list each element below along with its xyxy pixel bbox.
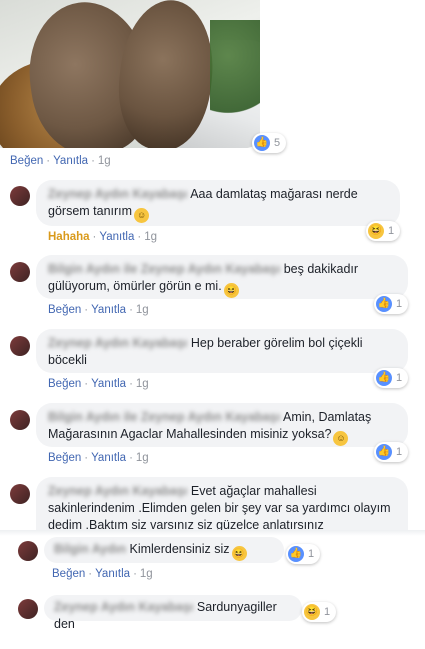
comment-reaction-count[interactable]: 👍 1 [286,544,321,564]
haha-reaction-link[interactable]: Hahaha [48,231,90,243]
avatar[interactable] [10,336,30,356]
screenshot-seam [0,530,425,536]
comment-author[interactable]: Zeynep Aydın Kayabaşı [48,484,187,498]
laughing-face-icon: 😆 [304,604,320,620]
comment-actions: Hahaha · Yanıtla · 1g [48,231,157,243]
timestamp[interactable]: 1g [136,304,149,316]
smiling-face-icon: ☺ [333,431,349,446]
reply-link[interactable]: Yanıtla [53,155,88,167]
thumbs-up-icon: 👍 [254,135,270,151]
thumbs-up-icon: 👍 [376,296,392,312]
timestamp[interactable]: 1g [136,378,149,390]
like-link[interactable]: Beğen [48,452,81,464]
comment-author[interactable]: Bilgin Aydın [54,542,126,556]
timestamp[interactable]: 1g [98,155,111,167]
avatar[interactable] [10,410,30,430]
comment-author[interactable]: Zeynep Aydın Kayabaşı [48,187,187,201]
comment-actions: Beğen · Yanıtla · 1g [48,452,149,464]
thumbs-up-icon: 👍 [376,444,392,460]
like-link[interactable]: Beğen [10,155,43,167]
comment-actions: Beğen · Yanıtla · 1g [48,304,149,316]
reply-link[interactable]: Yanıtla [91,452,126,464]
comment-bubble: Zeynep Aydın Kayabaşı Aaa damlataş mağar… [36,180,400,226]
thumbs-up-icon: 👍 [376,370,392,386]
like-link[interactable]: Beğen [52,568,85,580]
laughing-face-icon: 😆 [223,283,239,298]
leaves-image [210,20,260,140]
reply-link[interactable]: Yanıtla [95,568,130,580]
timestamp[interactable]: 1g [136,452,149,464]
reply-link[interactable]: Yanıtla [91,378,126,390]
comment-text: Kimlerdensiniz siz [129,542,230,556]
thumbs-up-icon: 👍 [288,546,304,562]
comment-reaction-count[interactable]: 😆 1 [366,221,401,241]
comment-reaction-count[interactable]: 👍 1 [374,368,409,388]
avatar[interactable] [18,541,38,561]
timestamp[interactable]: 1g [140,568,153,580]
comment-actions: Beğen · Yanıtla · 1g [48,378,149,390]
comment-author[interactable]: Bilgin Aydın ile Zeynep Aydın Kayabaşı [48,410,280,424]
comment-author[interactable]: Zeynep Aydın Kayabaşı [48,336,187,350]
comment-bubble: Zeynep Aydın Kayabaşı Hep beraber göreli… [36,329,408,373]
timestamp[interactable]: 1g [144,231,157,243]
comment-bubble: Bilgin Aydın ile Zeynep Aydın Kayabaşı b… [36,255,408,299]
comment-reaction-count[interactable]: 👍 1 [374,442,409,462]
like-link[interactable]: Beğen [48,378,81,390]
photo-reaction-count[interactable]: 👍 5 [252,133,287,153]
comment-bubble: Zeynep Aydın Kayabaşı Evet ağaçlar mahal… [36,477,408,533]
avatar[interactable] [10,186,30,206]
comment-bubble: Zeynep Aydın Kayabaşı Sardunyagiller den [44,595,302,631]
comment-author[interactable]: Zeynep Aydın Kayabaşı [54,600,193,614]
post-photo[interactable] [0,0,260,148]
avatar[interactable] [18,599,38,619]
comment-bubble: Bilgin Aydın ile Zeynep Aydın Kayabaşı A… [36,403,408,447]
laughing-face-icon: 😆 [368,223,384,239]
comment-reaction-count[interactable]: 😆 1 [302,602,337,622]
smiling-face-icon: ☺ [134,208,150,223]
like-link[interactable]: Beğen [48,304,81,316]
avatar[interactable] [10,262,30,282]
comment-actions: Beğen · Yanıtla · 1g [52,568,153,580]
reply-link[interactable]: Yanıtla [99,231,134,243]
avatar[interactable] [10,484,30,504]
comment-author[interactable]: Bilgin Aydın ile Zeynep Aydın Kayabaşı [48,262,280,276]
comment-reaction-count[interactable]: 👍 1 [374,294,409,314]
reply-link[interactable]: Yanıtla [91,304,126,316]
comment-bubble: Bilgin Aydın Kimlerdensiniz siz 😆 [44,537,284,563]
laughing-face-icon: 😆 [231,546,247,561]
post-actions: Beğen · Yanıtla · 1g [10,155,111,167]
